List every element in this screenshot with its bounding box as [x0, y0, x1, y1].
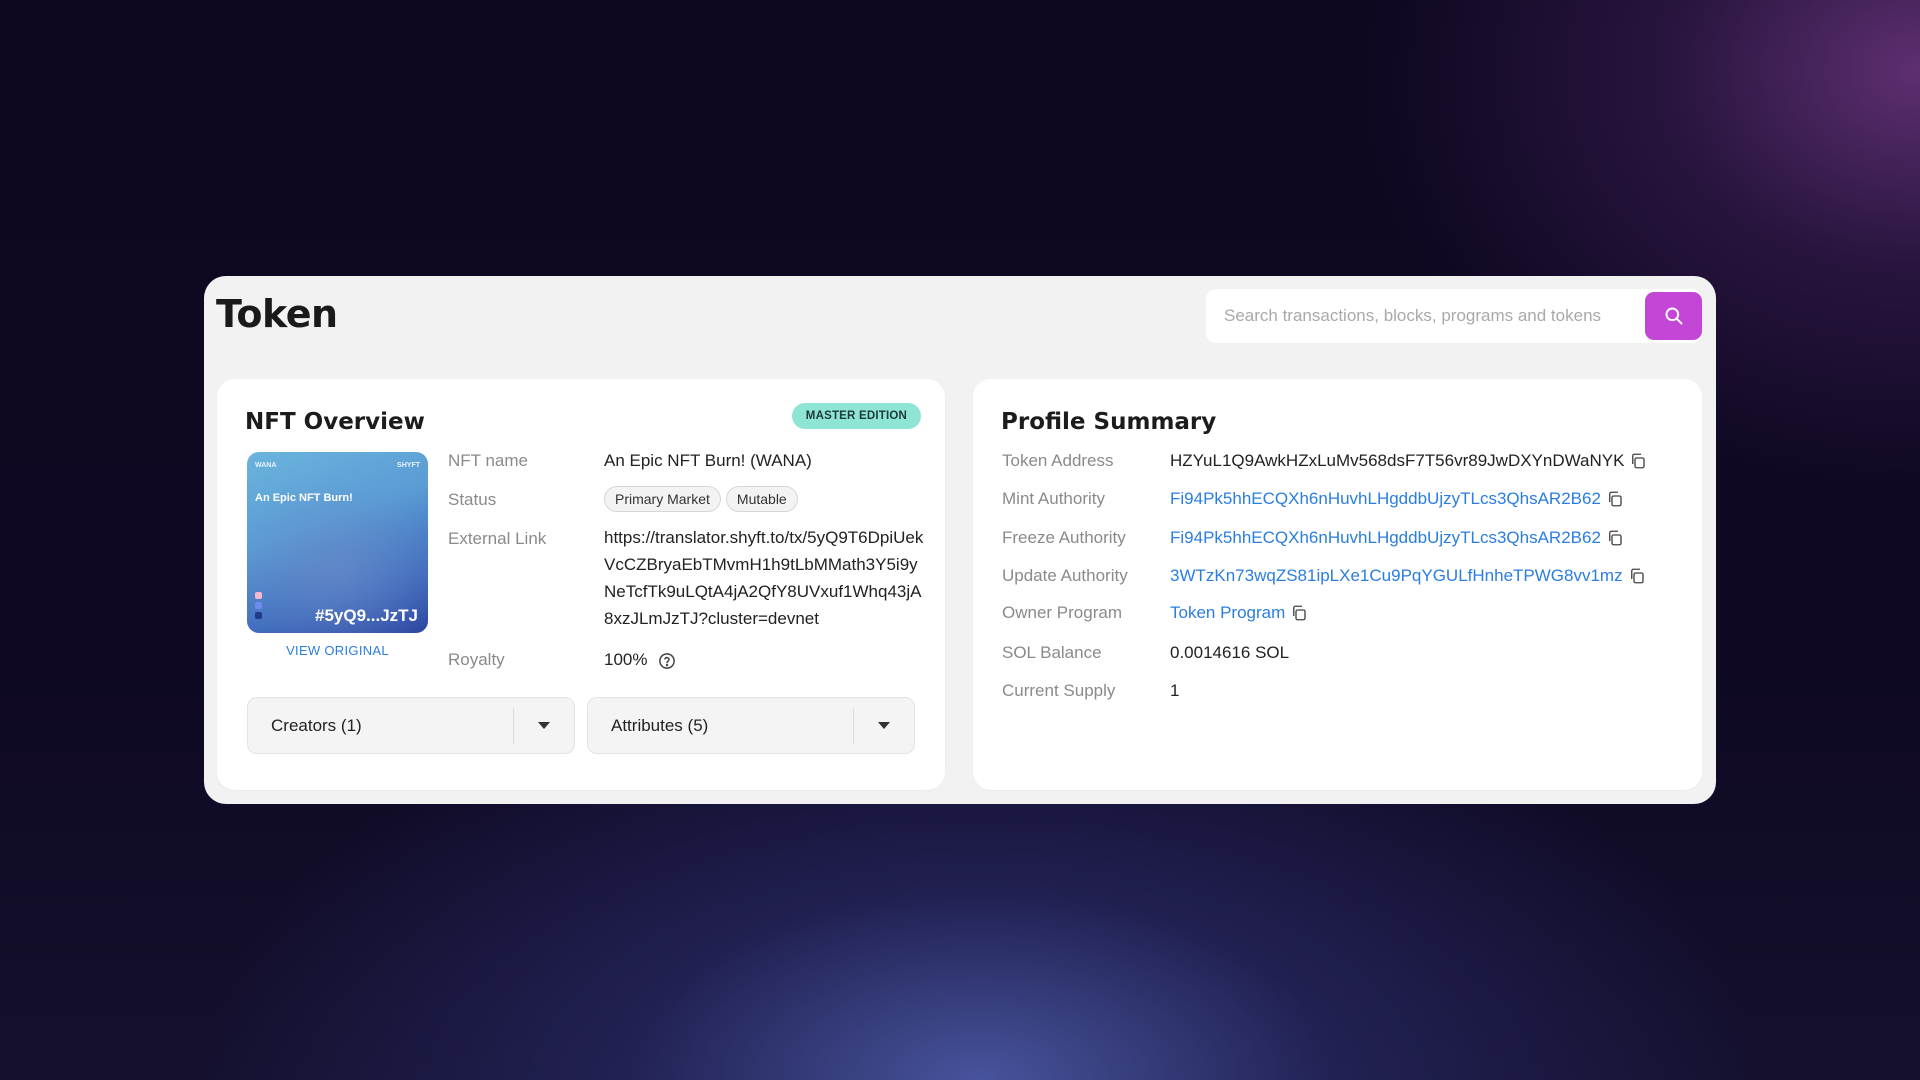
attributes-dropdown-label: Attributes (5) [611, 715, 709, 735]
nft-name-value: An Epic NFT Burn! (WANA) [604, 451, 812, 470]
creators-dropdown[interactable]: Creators (1) [247, 697, 575, 754]
copy-icon[interactable] [1290, 604, 1308, 622]
status-chips: Primary Market Mutable [604, 486, 803, 512]
freeze-authority-link[interactable]: Fi94Pk5hhECQXh6nHuvhLHgddbUjzyTLcs3QhsAR… [1170, 528, 1601, 548]
copy-icon[interactable] [1628, 567, 1646, 585]
royalty-value-wrap: 100% [604, 650, 676, 670]
profile-summary-card: Profile Summary Token Address HZYuL1Q9Aw… [973, 379, 1702, 790]
copy-icon[interactable] [1629, 452, 1647, 470]
token-address-label: Token Address [1002, 451, 1114, 470]
token-address-value: HZYuL1Q9AwkHZxLuMv568dsF7T56vr89JwDXYnDW… [1170, 451, 1625, 470]
nft-image-brand-left: WANA [255, 462, 277, 469]
status-chip-mutable: Mutable [725, 486, 798, 512]
page-title: Token [216, 292, 338, 336]
creators-chevron-down-icon[interactable] [514, 721, 574, 731]
help-icon[interactable] [658, 652, 676, 670]
search-bar [1206, 289, 1702, 343]
search-icon [1665, 307, 1682, 325]
creators-dropdown-label: Creators (1) [271, 715, 362, 735]
nft-name-label: NFT name [448, 451, 528, 470]
freeze-authority-value-wrap: Fi94Pk5hhECQXh6nHuvhLHgddbUjzyTLcs3QhsAR… [1170, 528, 1624, 548]
update-authority-link[interactable]: 3WTzKn73wqZS81ipLXe1Cu9PqYGULfHnheTPWG8v… [1170, 566, 1623, 586]
nft-image-color-dots [255, 592, 262, 619]
nft-image[interactable]: WANA SHYFT An Epic NFT Burn! #5yQ9...JzT… [247, 452, 428, 633]
master-edition-badge: MASTER EDITION [791, 403, 921, 429]
status-chip-primary-market: Primary Market [604, 486, 721, 512]
mint-authority-link[interactable]: Fi94Pk5hhECQXh6nHuvhLHgddbUjzyTLcs3QhsAR… [1170, 489, 1601, 509]
search-input[interactable] [1206, 289, 1645, 343]
external-link-label: External Link [448, 529, 547, 548]
royalty-value: 100% [604, 650, 648, 669]
copy-icon[interactable] [1606, 529, 1624, 547]
mint-authority-label: Mint Authority [1002, 489, 1105, 508]
attributes-chevron-down-icon[interactable] [854, 721, 914, 731]
nft-image-dot [255, 592, 262, 599]
update-authority-label: Update Authority [1002, 566, 1128, 585]
search-button[interactable] [1645, 292, 1702, 340]
token-address-value-wrap: HZYuL1Q9AwkHZxLuMv568dsF7T56vr89JwDXYnDW… [1170, 451, 1647, 471]
nft-image-name: An Epic NFT Burn! [255, 492, 353, 504]
owner-program-link[interactable]: Token Program [1170, 603, 1285, 623]
nft-image-brand-right: SHYFT [397, 462, 420, 469]
mint-authority-value-wrap: Fi94Pk5hhECQXh6nHuvhLHgddbUjzyTLcs3QhsAR… [1170, 489, 1624, 509]
nft-overview-card: NFT Overview MASTER EDITION WANA SHYFT A… [217, 379, 945, 790]
nft-image-dot [255, 602, 262, 609]
nft-image-code: #5yQ9...JzTJ [314, 606, 418, 625]
sol-balance-label: SOL Balance [1002, 643, 1102, 662]
current-supply-value: 1 [1170, 681, 1180, 700]
attributes-dropdown[interactable]: Attributes (5) [587, 697, 915, 754]
owner-program-label: Owner Program [1002, 603, 1122, 622]
current-supply-label: Current Supply [1002, 681, 1116, 700]
sol-balance-value: 0.0014616 SOL [1170, 643, 1290, 662]
freeze-authority-label: Freeze Authority [1002, 528, 1126, 547]
view-original-link[interactable]: VIEW ORIGINAL [247, 643, 428, 658]
royalty-label: Royalty [448, 650, 505, 669]
nft-overview-title: NFT Overview [245, 409, 425, 435]
status-label: Status [448, 490, 497, 509]
copy-icon[interactable] [1606, 490, 1624, 508]
owner-program-value-wrap: Token Program [1170, 603, 1308, 623]
token-window: Token NFT Overview MASTER EDITION WANA S… [204, 276, 1716, 804]
nft-image-dot [255, 612, 262, 619]
update-authority-value-wrap: 3WTzKn73wqZS81ipLXe1Cu9PqYGULfHnheTPWG8v… [1170, 566, 1646, 586]
external-link-value[interactable]: https://translator.shyft.to/tx/5yQ9T6Dpi… [604, 524, 924, 632]
profile-summary-title: Profile Summary [1001, 409, 1217, 435]
